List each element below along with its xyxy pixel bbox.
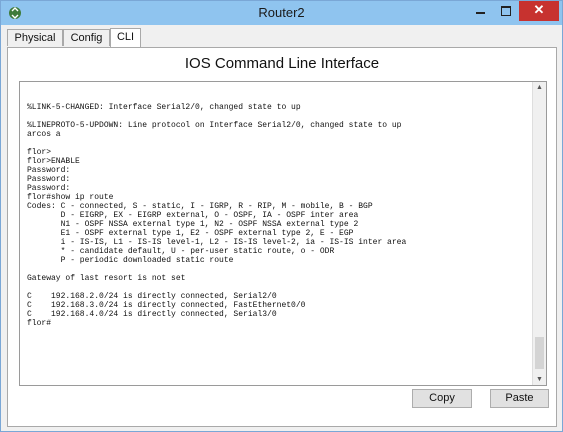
tab-config[interactable]: Config <box>63 29 110 46</box>
terminal-line: C 192.168.4.0/24 is directly connected, … <box>27 310 277 319</box>
maximize-icon <box>501 6 511 16</box>
minimize-icon <box>475 12 485 14</box>
minimize-button[interactable] <box>467 1 493 21</box>
terminal-line: C 192.168.3.0/24 is directly connected, … <box>27 301 306 310</box>
maximize-button[interactable] <box>493 1 519 21</box>
terminal-line: D - EIGRP, EX - EIGRP external, O - OSPF… <box>27 211 359 220</box>
terminal-line: * - candidate default, U - per-user stat… <box>27 247 335 256</box>
terminal-line: flor>ENABLE <box>27 157 80 166</box>
terminal-line: %LINK-5-CHANGED: Interface Serial2/0, ch… <box>27 103 301 112</box>
copy-button[interactable]: Copy <box>412 389 472 408</box>
close-button[interactable]: ✕ <box>519 1 559 21</box>
terminal-lines: %LINK-5-CHANGED: Interface Serial2/0, ch… <box>27 94 527 328</box>
router-window: Router2 ✕ Physical Config CLI IOS Comman… <box>0 0 563 432</box>
terminal-line: E1 - OSPF external type 1, E2 - OSPF ext… <box>27 229 354 238</box>
scrollbar-thumb[interactable] <box>535 337 544 369</box>
terminal-line: Password: <box>27 166 71 175</box>
terminal-line: Codes: C - connected, S - static, I - IG… <box>27 202 373 211</box>
terminal-line: N1 - OSPF NSSA external type 1, N2 - OSP… <box>27 220 359 229</box>
terminal-line: Password: <box>27 184 71 193</box>
terminal-scrollbar[interactable]: ▲ ▼ <box>532 82 546 385</box>
terminal-line: flor> <box>27 148 52 157</box>
terminal-output[interactable]: %LINK-5-CHANGED: Interface Serial2/0, ch… <box>19 81 547 386</box>
terminal-line: Gateway of last resort is not set <box>27 274 186 283</box>
terminal-line: i - IS-IS, L1 - IS-IS level-1, L2 - IS-I… <box>27 238 407 247</box>
paste-button[interactable]: Paste <box>490 389 549 408</box>
terminal-line: P - periodic downloaded static route <box>27 256 234 265</box>
terminal-line: C 192.168.2.0/24 is directly connected, … <box>27 292 277 301</box>
terminal-line: flor# <box>27 319 52 328</box>
cli-title: IOS Command Line Interface <box>184 55 380 72</box>
tab-cli[interactable]: CLI <box>110 28 141 47</box>
scroll-down-icon[interactable]: ▼ <box>536 376 543 383</box>
terminal-line: Password: <box>27 175 71 184</box>
terminal-line: flor#show ip route <box>27 193 114 202</box>
cli-panel: IOS Command Line Interface %LINK-5-CHANG… <box>7 47 557 427</box>
terminal-line: arcos a <box>27 130 61 139</box>
title-bar[interactable]: Router2 ✕ <box>1 1 562 25</box>
terminal-line: %LINEPROTO-5-UPDOWN: Line protocol on In… <box>27 121 402 130</box>
tab-physical[interactable]: Physical <box>7 29 63 46</box>
scroll-up-icon[interactable]: ▲ <box>536 84 543 91</box>
close-icon: ✕ <box>533 2 545 17</box>
